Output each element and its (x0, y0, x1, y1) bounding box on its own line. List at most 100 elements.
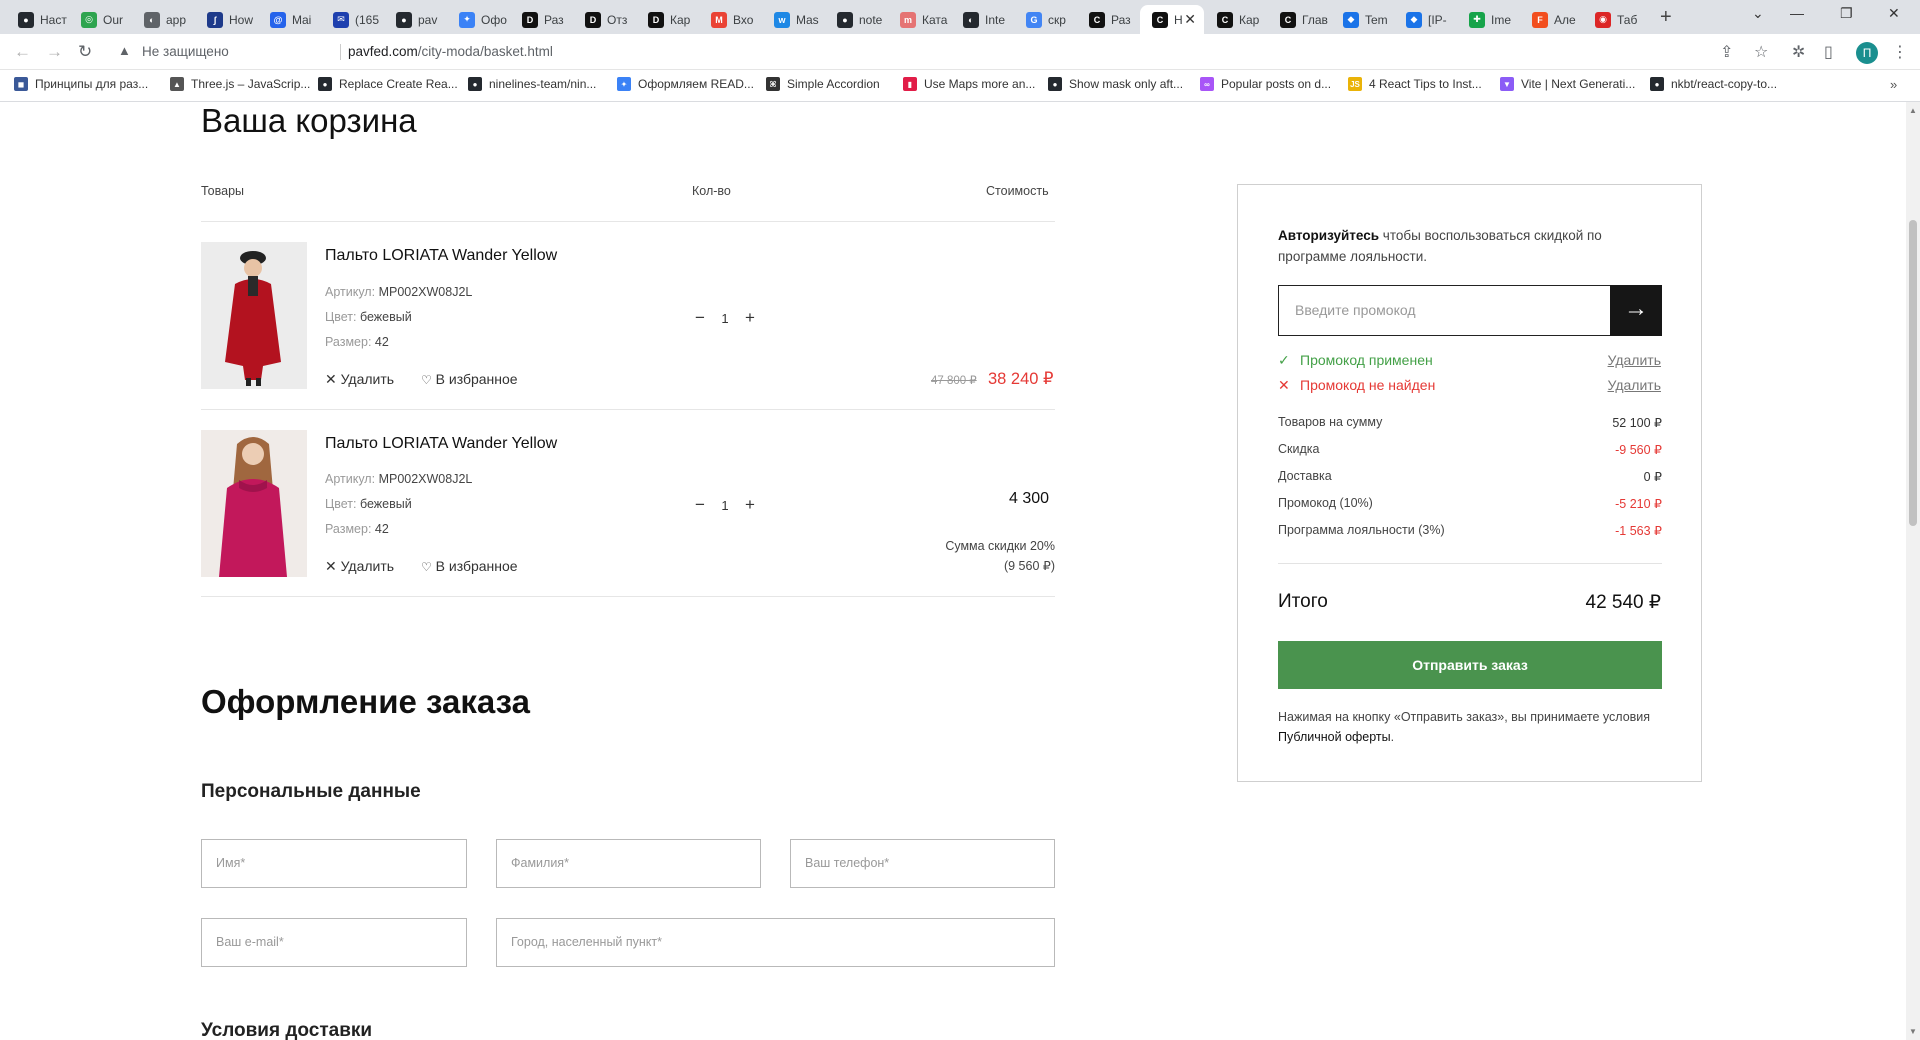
size-value: 42 (374, 335, 389, 349)
browser-tab[interactable]: C Н ✕ (1140, 5, 1204, 34)
promo-submit-button[interactable]: → (1610, 285, 1662, 336)
new-tab-button[interactable]: + (1660, 6, 1672, 29)
maximize-icon[interactable]: ❐ (1840, 5, 1853, 22)
tab-favicon-icon: ✉ (333, 11, 349, 28)
tab-close-icon[interactable]: ✕ (1184, 11, 1196, 28)
total-label: Итого (1278, 591, 1328, 612)
auth-link[interactable]: Авторизуйтесь (1278, 228, 1379, 243)
menu-kebab-icon[interactable]: ⋮ (1892, 42, 1908, 62)
cart-title: Ваша корзина (201, 102, 417, 139)
product-image[interactable] (201, 242, 307, 389)
tab-favicon-icon: ◉ (1595, 11, 1611, 28)
close-icon: ✕ (325, 558, 337, 574)
profile-avatar[interactable]: П (1856, 42, 1878, 64)
tab-favicon-icon: ◐ (963, 11, 979, 28)
back-icon[interactable]: ← (14, 42, 31, 62)
browser-tab[interactable]: C Кар (1205, 5, 1267, 34)
bookmark-item[interactable]: ● Show mask only aft... (1048, 77, 1183, 91)
bookmark-label: ninelines-team/nin... (489, 77, 597, 91)
delivery-title: Условия доставки (201, 1020, 373, 1040)
browser-tab[interactable]: D Кар (636, 5, 698, 34)
product-name[interactable]: Пальто LORIATA Wander Yellow (325, 435, 557, 453)
browser-tab[interactable]: @ Mai (258, 5, 320, 34)
reload-icon[interactable]: ↻ (78, 42, 92, 62)
browser-tab[interactable]: ◉ Таб (1583, 5, 1645, 34)
address-bar[interactable]: ▲ Не защищено pavfed.com/city-moda/baske… (108, 38, 1748, 66)
product-sku: Артикул: MP002XW08J2L (325, 472, 472, 486)
browser-tab[interactable]: ● Наст (6, 5, 68, 34)
tab-search-icon[interactable]: ⌄ (1752, 5, 1764, 22)
promo-remove-link[interactable]: Удалить (1608, 377, 1661, 393)
bookmark-star-icon[interactable]: ☆ (1754, 42, 1768, 62)
bookmark-item[interactable]: ● ninelines-team/nin... (468, 77, 596, 91)
bookmark-item[interactable]: ∞ Popular posts on d... (1200, 77, 1331, 91)
browser-tab[interactable]: ✚ Ime (1457, 5, 1519, 34)
browser-tab[interactable]: ◐ Inte (951, 5, 1013, 34)
last-name-field[interactable]: Фамилия* (496, 839, 761, 888)
scrollbar-thumb[interactable] (1909, 220, 1917, 526)
minus-icon[interactable]: − (695, 495, 705, 515)
browser-tab[interactable]: D Раз (510, 5, 572, 34)
bookmark-item[interactable]: ⌘ Simple Accordion (766, 77, 880, 91)
product-image[interactable] (201, 430, 307, 577)
close-icon: ✕ (325, 371, 337, 387)
browser-tab[interactable]: ● note (825, 5, 887, 34)
forward-icon[interactable]: → (46, 42, 63, 62)
browser-tab[interactable]: C Раз (1077, 5, 1139, 34)
page-scrollbar[interactable]: ▲ ▼ (1906, 102, 1920, 1040)
extensions-icon[interactable]: ✲ (1792, 42, 1805, 62)
bookmark-item[interactable]: ● Replace Create Rea... (318, 77, 458, 91)
browser-tab[interactable]: M Вхо (699, 5, 761, 34)
browser-tab[interactable]: D Отз (573, 5, 635, 34)
product-name[interactable]: Пальто LORIATA Wander Yellow (325, 247, 557, 265)
phone-field[interactable]: Ваш телефон* (790, 839, 1055, 888)
bookmark-item[interactable]: JS 4 React Tips to Inst... (1348, 77, 1482, 91)
promo-remove-link[interactable]: Удалить (1608, 352, 1661, 368)
share-icon[interactable]: ⇪ (1720, 42, 1733, 62)
bookmark-item[interactable]: ▼ Vite | Next Generati... (1500, 77, 1635, 91)
minimize-icon[interactable]: — (1790, 5, 1804, 21)
bookmark-item[interactable]: ● nkbt/react-copy-to... (1650, 77, 1777, 91)
browser-tab[interactable]: ◎ Our (69, 5, 131, 34)
favorite-button[interactable]: ♡ В избранное (421, 558, 518, 574)
bookmark-item[interactable]: ✦ Оформляем READ... (617, 77, 754, 91)
bookmarks-overflow-icon[interactable]: » (1890, 77, 1897, 92)
bookmark-item[interactable]: ▲ Three.js – JavaScrip... (170, 77, 310, 91)
browser-tab[interactable]: ◐ app (132, 5, 194, 34)
close-window-icon[interactable]: ✕ (1888, 5, 1900, 22)
browser-tab[interactable]: w Mas (762, 5, 824, 34)
browser-tab[interactable]: ✦ Офо (447, 5, 509, 34)
browser-tab[interactable]: ● pav (384, 5, 446, 34)
city-field[interactable]: Город, населенный пункт* (496, 918, 1055, 967)
remove-button[interactable]: ✕ Удалить (325, 558, 394, 575)
browser-tab[interactable]: ʃ How (195, 5, 257, 34)
bookmark-item[interactable]: ▮ Use Maps more an... (903, 77, 1035, 91)
remove-button[interactable]: ✕ Удалить (325, 371, 394, 388)
url-host: pavfed.com (348, 44, 418, 59)
browser-tab[interactable]: Gскр (1014, 5, 1076, 34)
favorite-button[interactable]: ♡ В избранное (421, 371, 518, 387)
browser-tab[interactable]: ✉ (165 (321, 5, 383, 34)
plus-icon[interactable]: + (745, 308, 755, 328)
browser-tab[interactable]: C Глав (1268, 5, 1330, 34)
side-panel-icon[interactable]: ▯ (1824, 42, 1833, 62)
browser-tab[interactable]: m Ката (888, 5, 950, 34)
bookmark-item[interactable]: ◼ Принципы для раз... (14, 77, 148, 91)
public-offer-link[interactable]: Публичной оферты (1278, 730, 1391, 744)
bookmark-favicon-icon: ● (1048, 77, 1062, 91)
scroll-up-icon[interactable]: ▲ (1909, 106, 1917, 115)
submit-order-button[interactable]: Отправить заказ (1278, 641, 1662, 689)
minus-icon[interactable]: − (695, 308, 705, 328)
url-path: /city-moda/basket.html (417, 44, 553, 59)
address-url[interactable]: pavfed.com/city-moda/basket.html (348, 44, 553, 59)
browser-tab[interactable]: ◆ [IP- (1394, 5, 1456, 34)
promo-code-input[interactable]: Введите промокод (1278, 285, 1610, 336)
browser-tab[interactable]: F Але (1520, 5, 1582, 34)
first-name-field[interactable]: Имя* (201, 839, 467, 888)
plus-icon[interactable]: + (745, 495, 755, 515)
favorite-label: В избранное (435, 558, 518, 574)
promo-error-label: Промокод не найден (1300, 377, 1436, 393)
email-field[interactable]: Ваш e-mail* (201, 918, 467, 967)
browser-tab[interactable]: ◆ Tem (1331, 5, 1393, 34)
scroll-down-icon[interactable]: ▼ (1909, 1027, 1917, 1036)
